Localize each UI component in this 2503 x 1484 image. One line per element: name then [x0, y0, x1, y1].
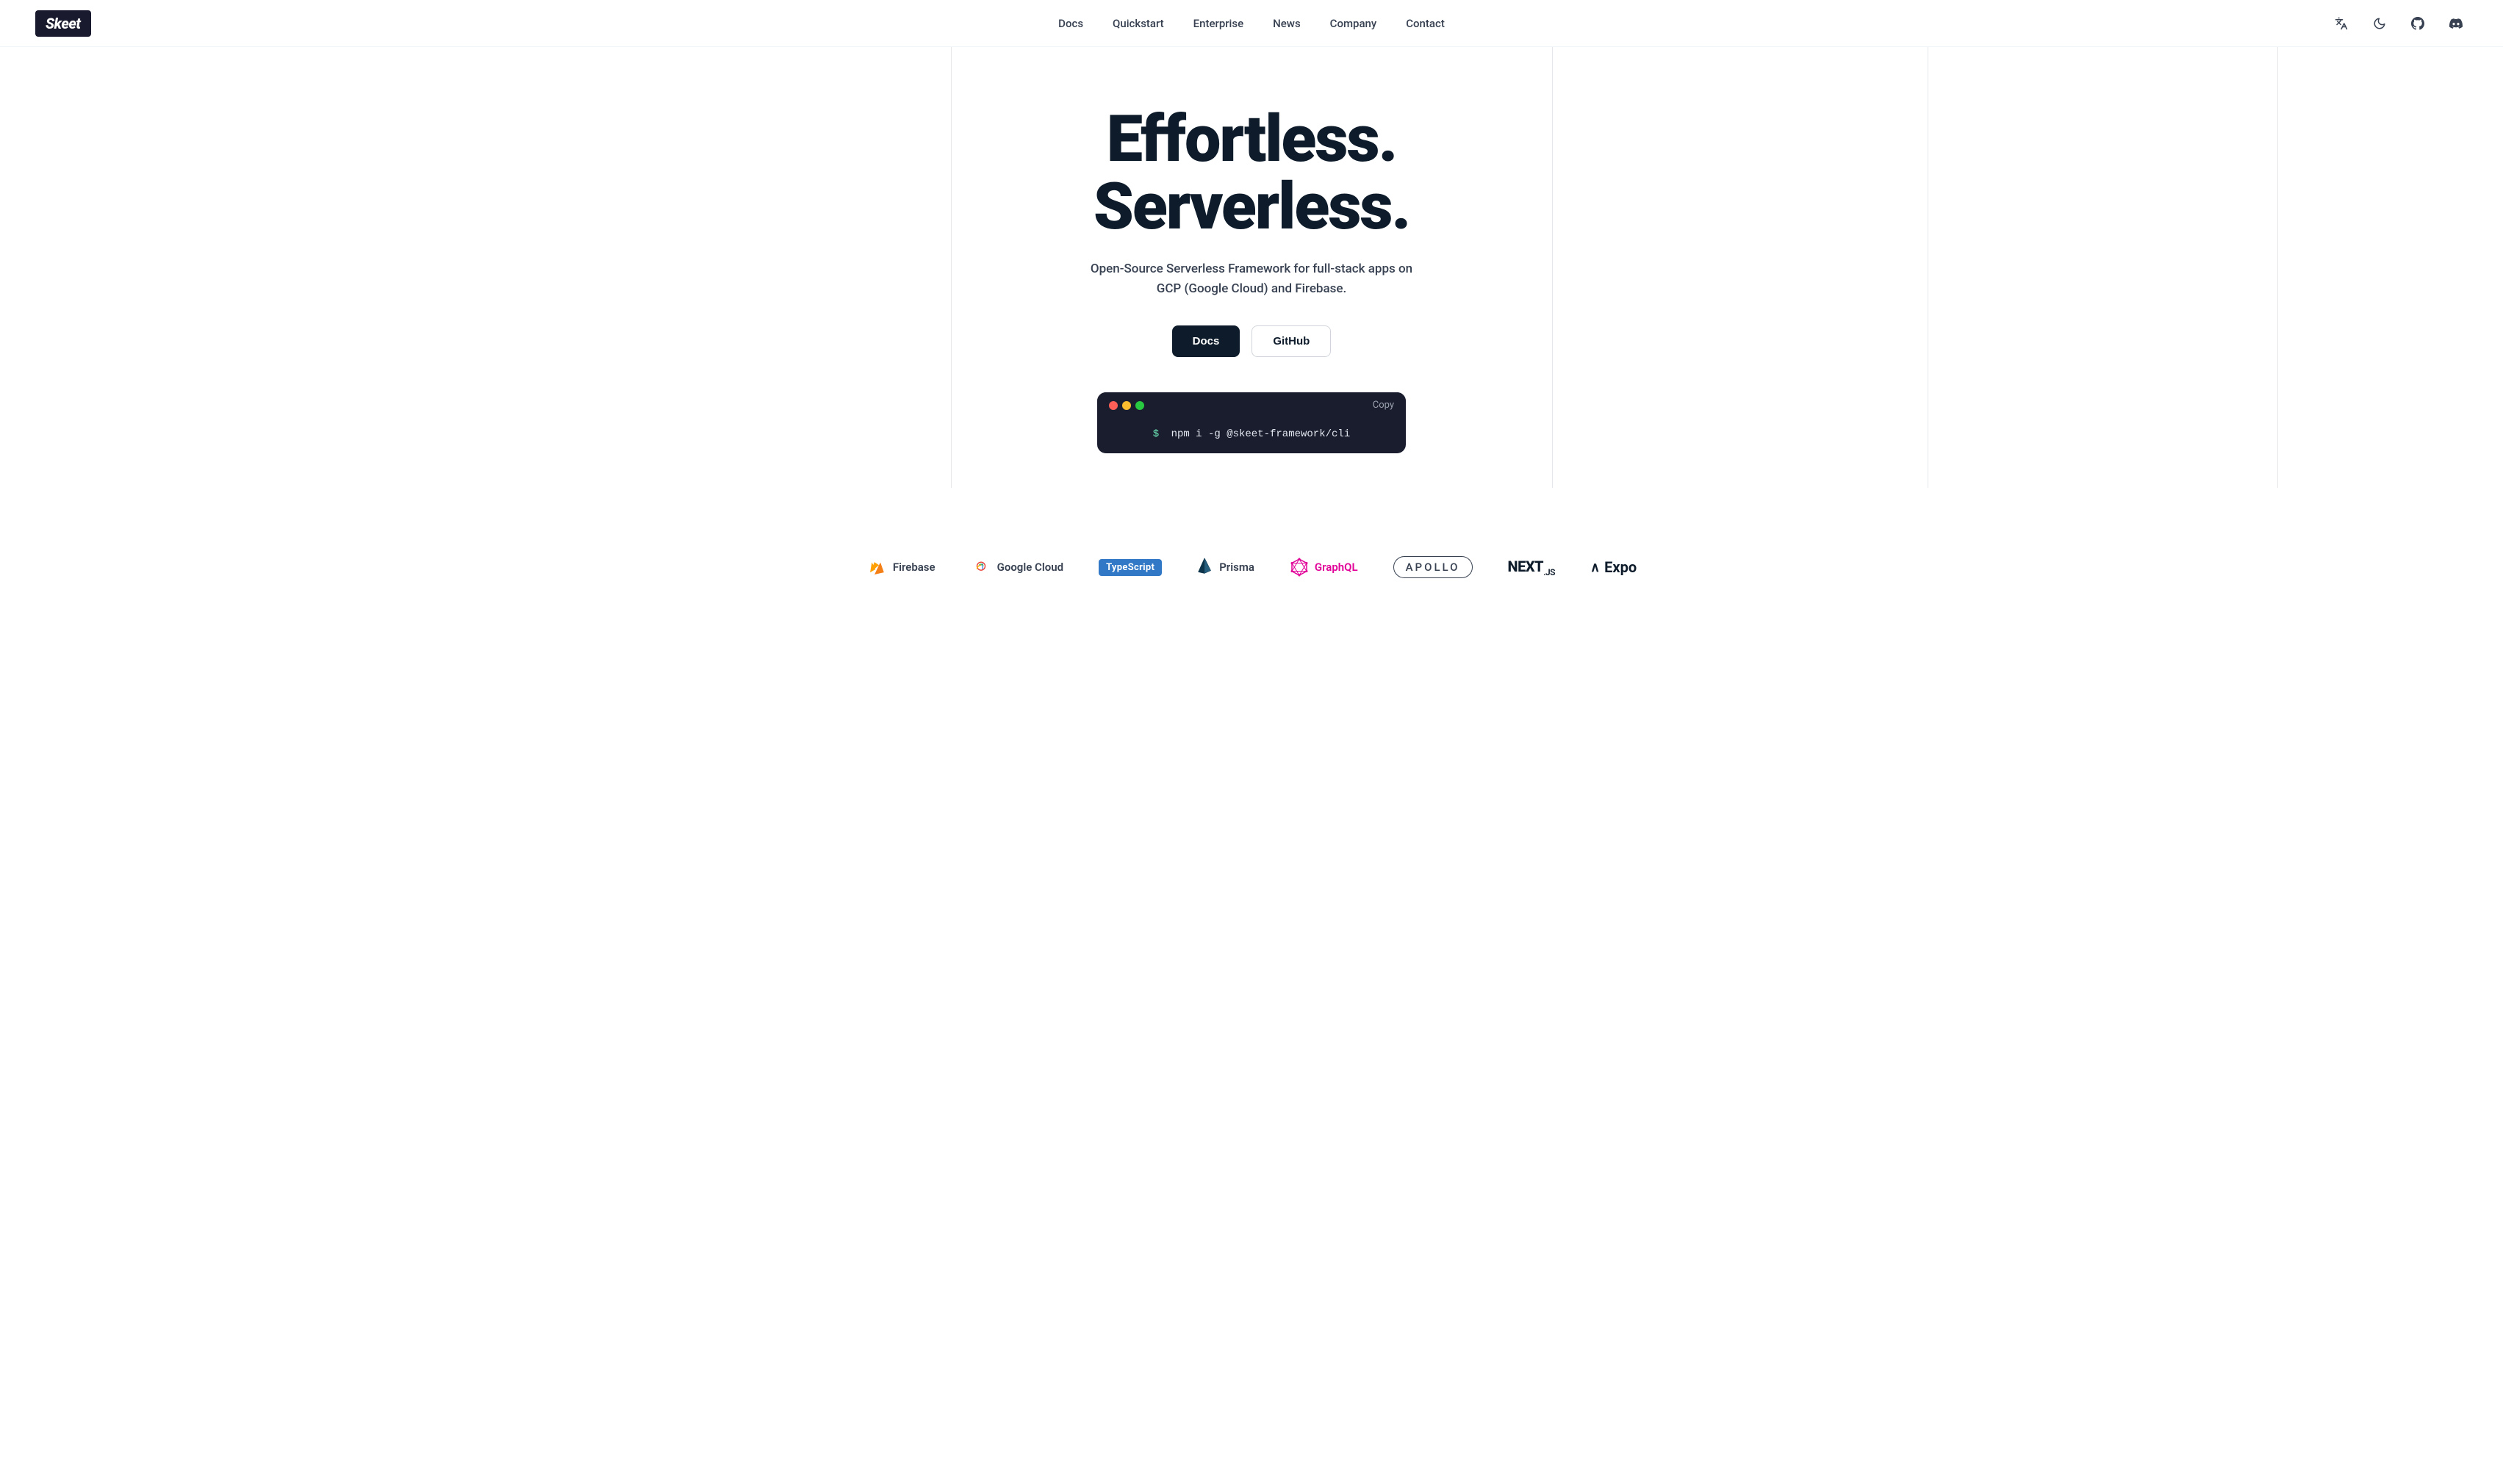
- nav-item-quickstart[interactable]: Quickstart: [1113, 17, 1164, 30]
- logo-apollo[interactable]: APOLLO: [1393, 556, 1473, 578]
- logo-googlecloud[interactable]: Google Cloud: [971, 559, 1063, 575]
- googlecloud-label: Google Cloud: [997, 561, 1063, 574]
- nav-item-contact[interactable]: Contact: [1406, 17, 1445, 30]
- translate-icon[interactable]: [2330, 12, 2353, 35]
- nav-icons: [2330, 12, 2468, 35]
- expo-chevron-icon: ∧: [1590, 560, 1600, 575]
- prisma-label: Prisma: [1219, 561, 1254, 574]
- dot-yellow: [1122, 401, 1131, 410]
- logo-typescript[interactable]: TypeScript: [1099, 559, 1162, 576]
- github-icon[interactable]: [2406, 12, 2430, 35]
- nav-item-enterprise[interactable]: Enterprise: [1193, 17, 1243, 30]
- dot-green: [1135, 401, 1144, 410]
- graphql-label: GraphQL: [1315, 561, 1358, 574]
- terminal-command: npm i -g @skeet-framework/cli: [1171, 428, 1351, 440]
- copy-button[interactable]: Copy: [1373, 400, 1394, 411]
- navbar: Skeet Docs Quickstart Enterprise News Co…: [0, 0, 2503, 47]
- hero-buttons: Docs GitHub: [1172, 325, 1332, 357]
- nextjs-label: NEXT.JS: [1508, 558, 1555, 577]
- nav-links: Docs Quickstart Enterprise News Company …: [1058, 16, 1445, 30]
- logo-firebase[interactable]: Firebase: [866, 557, 936, 577]
- hero-title: Effortless. Serverless.: [1094, 106, 1409, 242]
- terminal-prompt: $: [1153, 428, 1159, 440]
- nav-item-docs[interactable]: Docs: [1058, 17, 1083, 30]
- docs-button[interactable]: Docs: [1172, 325, 1240, 357]
- terminal: Copy $ npm i -g @skeet-framework/cli: [1097, 392, 1406, 453]
- typescript-badge: TypeScript: [1099, 559, 1162, 576]
- hero-section: Effortless. Serverless. Open-Source Serv…: [0, 47, 2503, 527]
- terminal-body: $ npm i -g @skeet-framework/cli: [1097, 418, 1406, 453]
- brand-logo[interactable]: Skeet: [35, 10, 91, 37]
- apollo-label: APOLLO: [1393, 556, 1473, 578]
- hero-subtitle: Open-Source Serverless Framework for ful…: [1090, 259, 1413, 299]
- logo-graphql[interactable]: GraphQL: [1290, 558, 1358, 577]
- nav-item-news[interactable]: News: [1273, 17, 1301, 30]
- dot-red: [1109, 401, 1118, 410]
- firebase-label: Firebase: [893, 561, 936, 574]
- discord-icon[interactable]: [2444, 12, 2468, 35]
- terminal-header: Copy: [1097, 392, 1406, 418]
- logos-section: Firebase Google Cloud TypeScript Prisma: [0, 527, 2503, 637]
- dark-mode-icon[interactable]: [2368, 12, 2391, 35]
- terminal-dots: [1109, 401, 1144, 410]
- logo-nextjs[interactable]: NEXT.JS: [1508, 558, 1555, 577]
- logo-prisma[interactable]: Prisma: [1197, 557, 1254, 577]
- github-button[interactable]: GitHub: [1252, 325, 1331, 357]
- expo-label: Expo: [1604, 558, 1637, 576]
- nav-item-company[interactable]: Company: [1330, 17, 1377, 30]
- logo-expo[interactable]: ∧ Expo: [1590, 558, 1637, 576]
